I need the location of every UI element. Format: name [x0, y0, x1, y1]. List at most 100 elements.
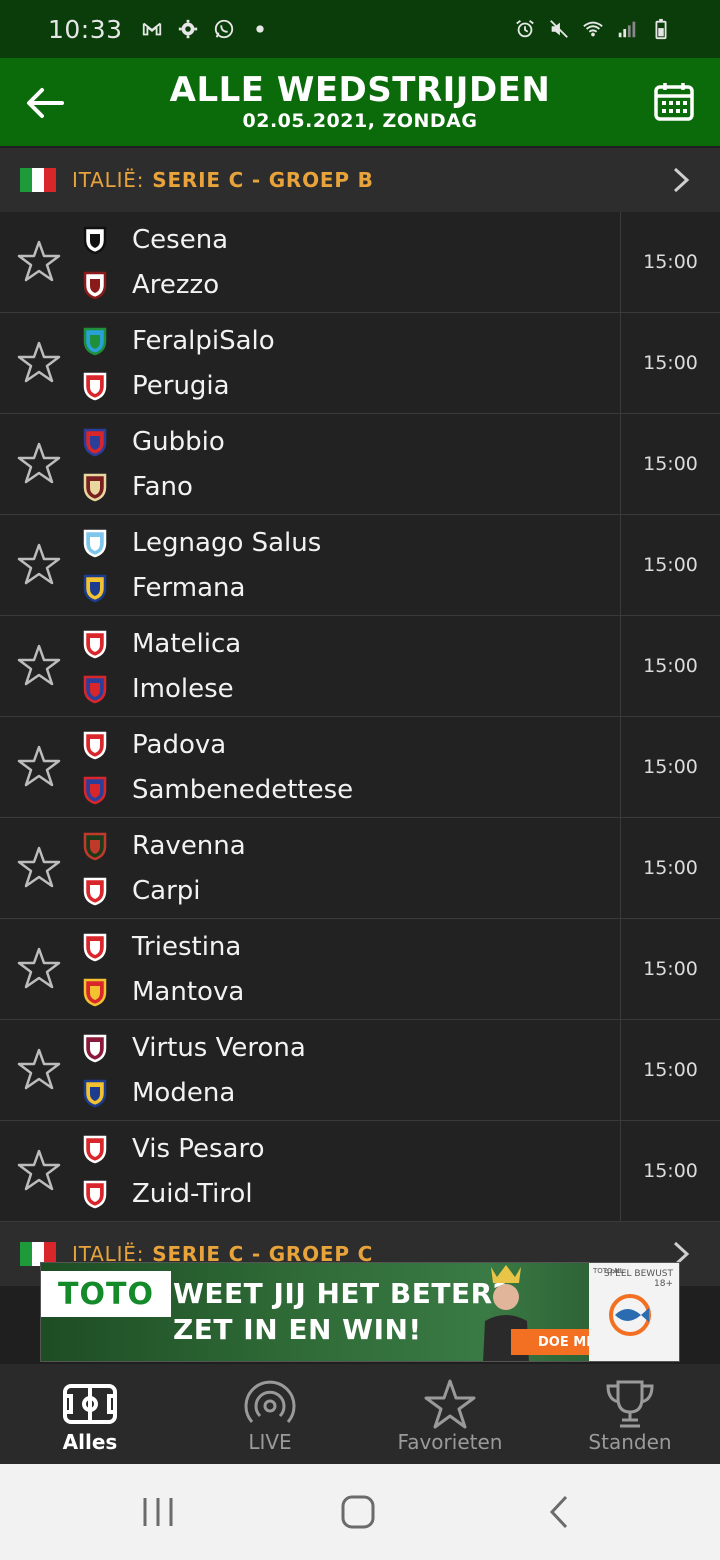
away-team: Modena — [80, 1072, 235, 1114]
nav-alles[interactable]: Alles — [0, 1364, 180, 1464]
away-team: Fano — [80, 466, 193, 508]
away-team-crest-icon — [80, 472, 110, 502]
match-row[interactable]: Legnago Salus Fermana 15:00 — [0, 515, 720, 616]
away-team-name: Sambenedettese — [132, 775, 354, 805]
away-team: Sambenedettese — [80, 769, 353, 811]
calendar-icon[interactable] — [652, 80, 696, 124]
home-team-name: Padova — [132, 730, 227, 760]
away-team-name: Mantova — [132, 977, 245, 1007]
match-row[interactable]: Virtus Verona Modena 15:00 — [0, 1020, 720, 1121]
match-list: Cesena Arezzo 15:00 FeralpiSalo Perugia 15:00… — [0, 212, 720, 1222]
match-row[interactable]: Padova Sambenedettese 15:00 — [0, 717, 720, 818]
home-team-name: Ravenna — [132, 831, 246, 861]
match-time: 15:00 — [620, 414, 720, 514]
away-team: Fermana — [80, 567, 245, 609]
home-team: Matelica — [80, 623, 241, 665]
favorite-star-icon[interactable] — [16, 239, 62, 285]
favorite-star-icon[interactable] — [16, 1047, 62, 1093]
away-team-crest-icon — [80, 1078, 110, 1108]
toto-logo: TOTO — [41, 1271, 171, 1317]
favorite-star-icon[interactable] — [16, 845, 62, 891]
bottom-nav: Alles LIVE Favorieten Standen — [0, 1364, 720, 1464]
away-team-crest-icon — [80, 876, 110, 906]
away-team-name: Zuid-Tirol — [132, 1179, 253, 1209]
home-team-name: Triestina — [132, 932, 242, 962]
match-time: 15:00 — [620, 616, 720, 716]
page-title: ALLE WEDSTRIJDEN — [169, 70, 551, 110]
back-arrow-icon[interactable] — [22, 80, 68, 126]
favorite-star-icon[interactable] — [16, 340, 62, 386]
home-team-name: Gubbio — [132, 427, 225, 457]
trophy-icon — [606, 1380, 654, 1428]
away-team-name: Imolese — [132, 674, 234, 704]
home-team: Ravenna — [80, 825, 246, 867]
match-row[interactable]: Cesena Arezzo 15:00 — [0, 212, 720, 313]
nav-favorieten[interactable]: Favorieten — [360, 1364, 540, 1464]
chevron-right-icon[interactable] — [670, 166, 692, 194]
home-team: Legnago Salus — [80, 522, 321, 564]
home-team: Padova — [80, 724, 226, 766]
favorite-star-icon[interactable] — [16, 744, 62, 790]
ad-banner[interactable]: TOTO WEET JIJ HET BETER? ZET IN EN WIN! … — [40, 1262, 680, 1362]
league-name: SERIE C - GROEP B — [152, 168, 374, 192]
home-team-name: Virtus Verona — [132, 1033, 306, 1063]
back-nav-icon[interactable] — [540, 1492, 580, 1532]
alarm-icon — [516, 20, 534, 38]
favorite-star-icon[interactable] — [16, 542, 62, 588]
match-row[interactable]: FeralpiSalo Perugia 15:00 — [0, 313, 720, 414]
recent-apps-icon[interactable] — [138, 1492, 178, 1532]
home-team: Triestina — [80, 926, 241, 968]
home-team-crest-icon — [80, 629, 110, 659]
away-team-name: Carpi — [132, 876, 201, 906]
league-header[interactable]: ITALIË: SERIE C - GROEP B — [0, 148, 720, 212]
away-team-crest-icon — [80, 573, 110, 603]
match-row[interactable]: Triestina Mantova 15:00 — [0, 919, 720, 1020]
home-team-crest-icon — [80, 730, 110, 760]
favorite-star-icon[interactable] — [16, 643, 62, 689]
away-team: Zuid-Tirol — [80, 1173, 253, 1215]
status-right-icons — [514, 18, 672, 40]
match-row[interactable]: Gubbio Fano 15:00 — [0, 414, 720, 515]
nav-label: LIVE — [248, 1430, 292, 1454]
battery-icon — [655, 18, 667, 40]
match-time: 15:00 — [620, 1020, 720, 1120]
match-row[interactable]: Matelica Imolese 15:00 — [0, 616, 720, 717]
home-team-crest-icon — [80, 831, 110, 861]
pitch-icon — [63, 1384, 117, 1424]
home-icon[interactable] — [338, 1492, 378, 1532]
home-team-crest-icon — [80, 427, 110, 457]
away-team-crest-icon — [80, 674, 110, 704]
home-team: Cesena — [80, 219, 228, 261]
home-team-name: Matelica — [132, 629, 242, 659]
match-row[interactable]: Ravenna Carpi 15:00 — [0, 818, 720, 919]
favorite-star-icon[interactable] — [16, 946, 62, 992]
away-team: Imolese — [80, 668, 234, 710]
favorite-star-icon[interactable] — [16, 441, 62, 487]
home-team-crest-icon — [80, 225, 110, 255]
home-team-crest-icon — [80, 326, 110, 356]
home-team: Virtus Verona — [80, 1027, 306, 1069]
wifi-icon — [583, 21, 603, 37]
away-team-crest-icon — [80, 371, 110, 401]
nav-live[interactable]: LIVE — [180, 1364, 360, 1464]
away-team-name: Fano — [132, 472, 193, 502]
italy-flag-icon — [20, 168, 56, 192]
home-team-crest-icon — [80, 1033, 110, 1063]
status-bar: 10:33 — [0, 0, 720, 58]
away-team-name: Modena — [132, 1078, 236, 1108]
nav-standen[interactable]: Standen — [540, 1364, 720, 1464]
away-team: Arezzo — [80, 264, 219, 306]
match-row[interactable]: Vis Pesaro Zuid-Tirol 15:00 — [0, 1121, 720, 1222]
home-team-name: FeralpiSalo — [132, 326, 275, 356]
fish-logo-icon — [609, 1294, 651, 1336]
home-team: FeralpiSalo — [80, 320, 275, 362]
match-time: 15:00 — [620, 1121, 720, 1221]
away-team-name: Fermana — [132, 573, 246, 603]
favorite-star-icon[interactable] — [16, 1148, 62, 1194]
mute-icon — [550, 20, 568, 38]
ad-side-panel: TOTO.NL SPEEL BEWUST 18+ — [589, 1263, 679, 1361]
home-team: Gubbio — [80, 421, 225, 463]
away-team-crest-icon — [80, 270, 110, 300]
away-team-crest-icon — [80, 977, 110, 1007]
match-time: 15:00 — [620, 212, 720, 312]
